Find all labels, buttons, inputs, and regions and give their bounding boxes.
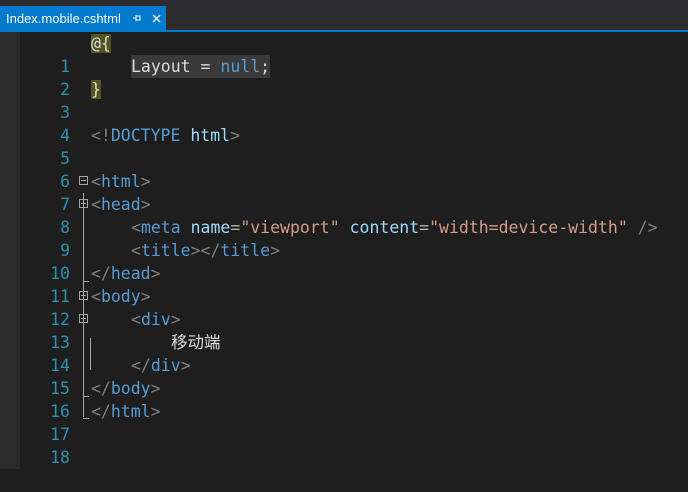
razor-close: }	[91, 80, 101, 99]
code-line: 13 <div>	[0, 308, 688, 352]
code-token: </	[91, 264, 111, 283]
code-token: <	[131, 310, 141, 329]
code-token: <	[131, 241, 141, 260]
code-line: 16 </body>	[0, 377, 688, 421]
collapse-toggle-icon[interactable]	[79, 199, 88, 208]
code-token: name	[190, 218, 231, 237]
code-line: 3 }	[0, 78, 688, 122]
code-token: </	[91, 402, 111, 421]
code-line: 1 @{	[0, 32, 688, 76]
code-line: 9 <meta name="viewport" content="width=d…	[0, 216, 688, 260]
code-token: null	[220, 57, 261, 76]
tab-title: Index.mobile.cshtml	[6, 10, 121, 26]
code-line: 10 <title></title>	[0, 239, 688, 283]
code-line: 7 <html>	[0, 170, 688, 214]
code-token: html	[100, 172, 141, 191]
code-line: 18	[0, 423, 688, 467]
code-token: title	[140, 241, 191, 260]
document-tab-bar: Index.mobile.cshtml	[0, 0, 688, 30]
code-line: 2 Layout = null;	[0, 55, 688, 99]
line-number: 18	[50, 448, 70, 467]
code-token: />	[627, 218, 658, 237]
code-token: =	[419, 218, 430, 237]
razor-open: @{	[91, 34, 111, 53]
code-token: >	[230, 126, 241, 145]
code-token: "viewport"	[240, 218, 340, 237]
code-token: >	[170, 310, 181, 329]
code-line: 15 </div>	[0, 354, 688, 398]
code-line: 12 <body>	[0, 285, 688, 329]
code-token: title	[220, 241, 271, 260]
collapse-toggle-icon[interactable]	[79, 176, 88, 185]
code-token: >	[150, 264, 161, 283]
code-token: </	[131, 356, 151, 375]
code-line: 6	[0, 147, 688, 191]
code-token: html	[180, 126, 231, 145]
code-token: div	[140, 310, 171, 329]
code-token: head	[110, 264, 151, 283]
code-token: meta	[140, 218, 181, 237]
code-token: >	[140, 287, 151, 306]
code-token: DOCTYPE	[110, 126, 181, 145]
code-token: =	[230, 218, 241, 237]
collapse-toggle-icon[interactable]	[79, 314, 88, 323]
code-token: body	[100, 287, 141, 306]
code-token: >	[150, 402, 161, 421]
code-token: <	[91, 195, 101, 214]
code-line: 8 <head>	[0, 193, 688, 237]
content-text: 移动端	[171, 333, 221, 352]
collapse-toggle-icon[interactable]	[79, 291, 88, 300]
code-token: <	[131, 218, 141, 237]
code-token: >	[140, 195, 151, 214]
code-token: html	[110, 402, 151, 421]
code-token: <	[91, 287, 101, 306]
code-token: ;	[260, 57, 271, 76]
code-token: Layout	[131, 57, 191, 76]
code-token: body	[110, 379, 151, 398]
code-token: "width=device-width"	[429, 218, 628, 237]
code-token: <!	[91, 126, 111, 145]
code-token: content	[349, 218, 420, 237]
code-token: head	[100, 195, 141, 214]
code-token: >	[150, 379, 161, 398]
code-line: 4	[0, 101, 688, 145]
code-token: >	[140, 172, 151, 191]
close-icon[interactable]	[151, 12, 163, 24]
code-line: 11 </head>	[0, 262, 688, 306]
pin-icon[interactable]	[131, 12, 143, 24]
code-line: 17 </html>	[0, 400, 688, 444]
document-tab[interactable]: Index.mobile.cshtml	[0, 6, 166, 30]
code-token: >	[180, 356, 191, 375]
code-editor[interactable]: 1 @{ 2 Layout = null; 3 } 4 5 <!DOCTYPE …	[0, 32, 688, 469]
code-token: </	[91, 379, 111, 398]
code-token: div	[150, 356, 181, 375]
code-token: <	[91, 172, 101, 191]
code-line: 14 移动端	[0, 331, 688, 375]
code-token: =	[190, 57, 221, 76]
code-token: >	[270, 241, 281, 260]
code-line: 5 <!DOCTYPE html>	[0, 124, 688, 168]
code-token: ></	[190, 241, 221, 260]
